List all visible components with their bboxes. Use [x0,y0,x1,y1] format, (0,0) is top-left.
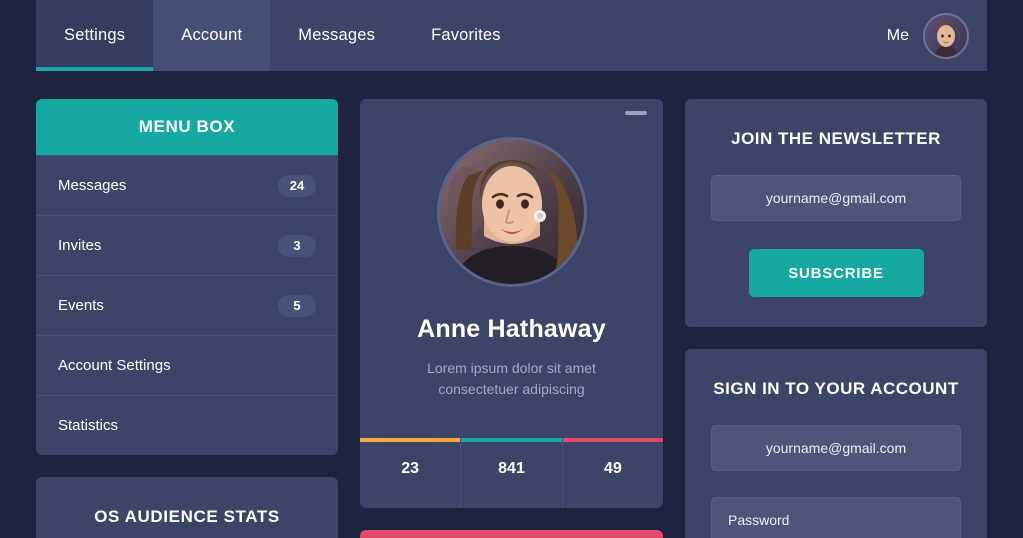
tab-account-label: Account [181,26,243,44]
profile-name: Anne Hathaway [417,315,606,343]
subscribe-button[interactable]: SUBSCRIBE [748,249,924,297]
signin-title: SIGN IN TO YOUR ACCOUNT [713,379,959,398]
tab-settings[interactable]: Settings [36,0,154,71]
signin-email-input[interactable] [711,425,961,471]
tab-account[interactable]: Account [153,0,271,71]
profile-stat-2[interactable]: 841 [460,438,562,508]
profile-stat-1[interactable]: 23 [360,438,461,508]
sidebar-item-invites[interactable]: Invites 3 [36,215,338,275]
minimize-icon[interactable] [625,111,647,115]
left-column: MENU BOX Messages 24 Invites 3 Events 5 … [36,99,338,538]
right-column: JOIN THE NEWSLETTER SUBSCRIBE SIGN IN TO… [685,99,987,538]
nav-tabs: Settings Account Messages Favorites [36,0,529,71]
menu-box-title: MENU BOX [36,99,338,155]
signin-password-input[interactable] [711,497,961,538]
signin-card: SIGN IN TO YOUR ACCOUNT [685,349,987,538]
newsletter-title: JOIN THE NEWSLETTER [731,129,941,148]
user-menu[interactable]: Me [887,0,987,71]
newsletter-email-input[interactable] [711,175,961,221]
pink-accent-card [360,530,663,538]
profile-card: Anne Hathaway Lorem ipsum dolor sit amet… [360,99,663,508]
sidebar-item-events[interactable]: Events 5 [36,275,338,335]
profile-stat-1-value: 23 [401,460,420,477]
sidebar-item-account-settings-label: Account Settings [58,357,171,374]
sidebar-item-invites-badge: 3 [278,234,316,257]
profile-stats: 23 841 49 [360,438,663,508]
sidebar-item-account-settings[interactable]: Account Settings [36,335,338,395]
profile-stat-2-bar [461,438,562,442]
tab-messages-label: Messages [298,26,376,44]
newsletter-card: JOIN THE NEWSLETTER SUBSCRIBE [685,99,987,327]
profile-stat-3-value: 49 [603,460,622,477]
sidebar-item-messages[interactable]: Messages 24 [36,155,338,215]
profile-stat-3[interactable]: 49 [561,438,663,508]
os-audience-stats-card: OS AUDIENCE STATS [36,477,338,538]
tab-settings-label: Settings [64,26,126,44]
profile-stat-2-value: 841 [498,460,525,477]
sidebar-item-invites-label: Invites [58,237,102,254]
sidebar-item-messages-label: Messages [58,177,127,194]
sidebar-item-statistics[interactable]: Statistics [36,395,338,455]
sidebar-item-statistics-label: Statistics [58,417,119,434]
app-root: Settings Account Messages Favorites Me M… [0,0,1023,538]
tab-favorites-label: Favorites [431,26,501,44]
sidebar-item-events-label: Events [58,297,104,314]
top-navigation-bar: Settings Account Messages Favorites Me [36,0,987,71]
profile-avatar [436,137,587,287]
main-content: MENU BOX Messages 24 Invites 3 Events 5 … [36,99,987,538]
user-avatar-icon[interactable] [923,12,969,59]
sidebar-item-messages-badge: 24 [278,174,316,197]
tab-messages[interactable]: Messages [270,0,403,71]
profile-description: Lorem ipsum dolor sit amet consectetuer … [427,360,596,397]
profile-stat-1-bar [360,438,461,442]
user-menu-label: Me [886,26,909,44]
tab-favorites[interactable]: Favorites [403,0,529,71]
profile-stat-3-bar [562,438,663,442]
sidebar-item-events-badge: 5 [278,294,316,317]
menu-box-card: MENU BOX Messages 24 Invites 3 Events 5 … [36,99,338,455]
os-audience-stats-title: OS AUDIENCE STATS [94,507,280,526]
middle-column: Anne Hathaway Lorem ipsum dolor sit amet… [360,99,663,538]
